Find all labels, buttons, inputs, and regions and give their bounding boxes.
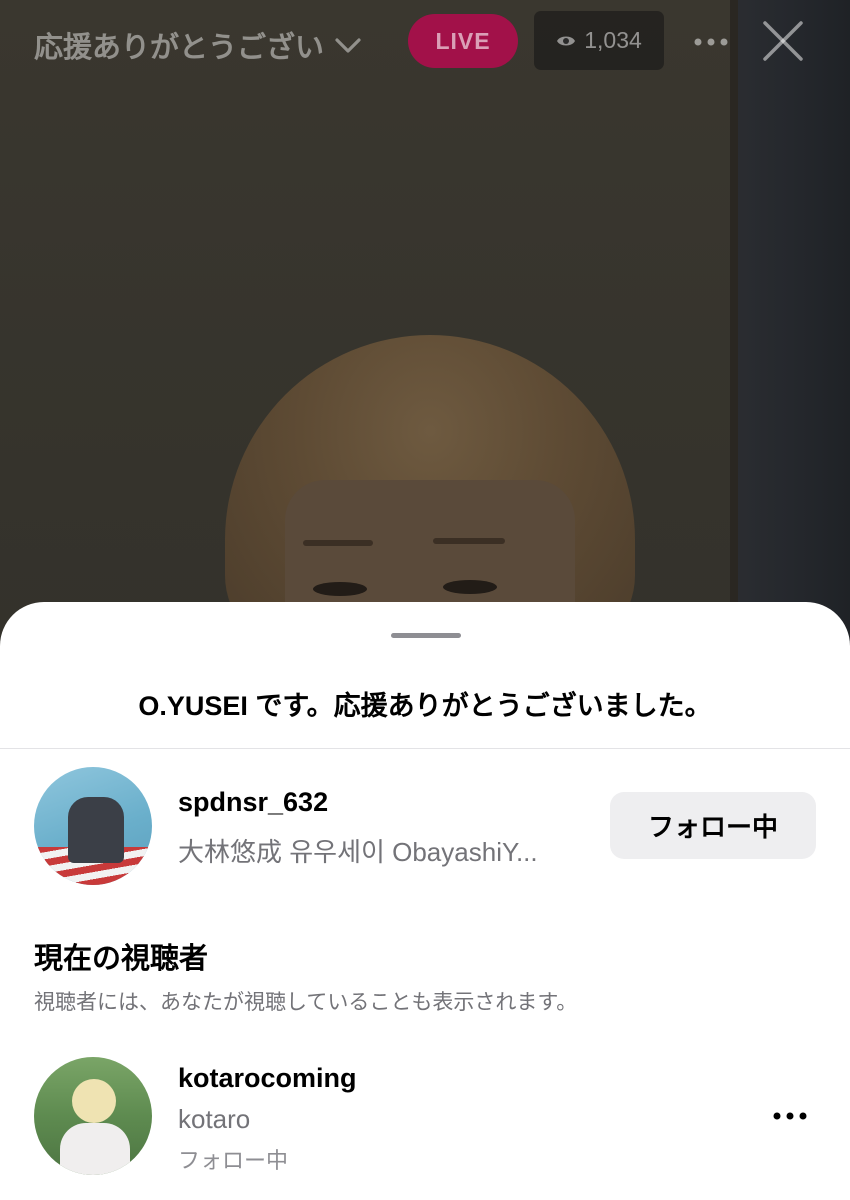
live-badge: LIVE [408,14,518,68]
chevron-down-icon [335,38,361,53]
video-streamer-eye-left [313,582,367,596]
viewer-avatar-head [72,1079,116,1123]
host-avatar[interactable] [34,767,152,885]
viewer-follow-status: フォロー中 [178,1148,289,1173]
stream-title-dropdown[interactable]: 応援ありがとうござい [34,24,364,66]
more-options-button[interactable] [691,22,731,62]
viewer-username[interactable]: kotarocoming [178,1063,357,1094]
viewer-avatar[interactable] [34,1057,152,1175]
sheet-divider [0,748,850,749]
live-stream-screen: 応援ありがとうござい LIVE 1,034 O.YUSEI です。応援ありがとう… [0,0,850,1200]
current-viewers-note: 視聴者には、あなたが視聴していることも表示されます。 [34,991,578,1014]
more-horizontal-icon [694,38,728,46]
host-full-name: 大林悠成 유우세이 ObayashiY... [178,837,538,867]
viewer-display-name: kotaro [178,1104,251,1134]
viewers-sheet: O.YUSEI です。応援ありがとうございました。 spdnsr_632 大林悠… [0,602,850,1200]
following-button[interactable]: フォロー中 [610,792,816,859]
more-horizontal-icon [773,1112,807,1120]
eye-icon [557,36,576,45]
live-top-bar: 応援ありがとうござい LIVE 1,034 [0,0,850,84]
close-icon[interactable] [760,18,806,64]
current-viewers-heading: 現在の視聴者 [34,943,209,975]
sheet-title: O.YUSEI です。応援ありがとうございました。 [138,691,712,721]
viewer-count-button[interactable]: 1,034 [534,11,664,70]
sheet-grabber[interactable] [391,633,461,638]
video-streamer-brow-right [433,538,505,544]
video-streamer-brow-left [303,540,373,546]
viewer-count: 1,034 [584,27,642,53]
viewer-more-button[interactable] [768,1102,812,1130]
host-avatar-figure [68,797,124,863]
stream-title: 応援ありがとうござい [34,32,325,64]
viewer-avatar-body [60,1123,130,1175]
host-username[interactable]: spdnsr_632 [178,787,328,818]
video-streamer-eye-right [443,580,497,594]
